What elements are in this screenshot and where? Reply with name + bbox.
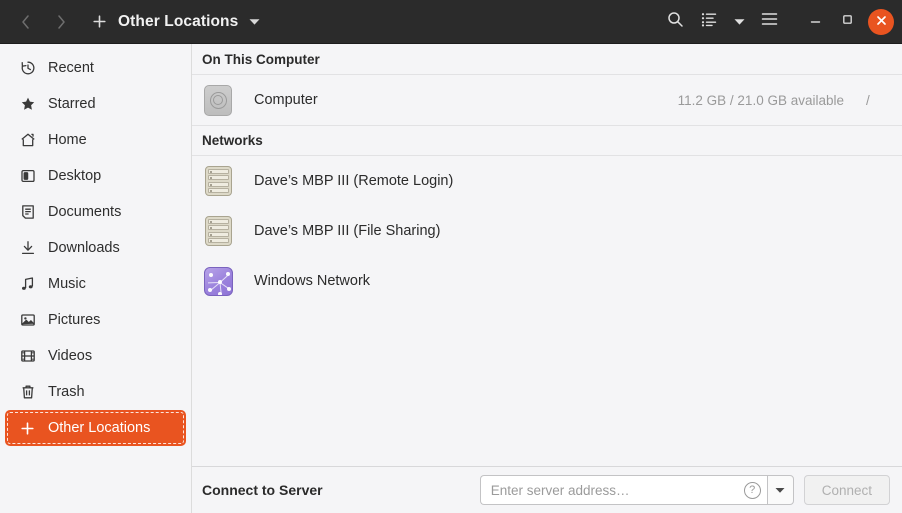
connect-button[interactable]: Connect [803,475,890,505]
download-icon [19,240,36,257]
main-menu-button[interactable] [752,7,786,37]
sidebar-item-documents[interactable]: Documents [5,194,186,230]
forward-button[interactable] [44,7,78,37]
chevron-down-icon [775,481,785,499]
sidebar-item-trash[interactable]: Trash [5,374,186,410]
sidebar-item-label: Home [48,132,87,148]
maximize-button[interactable] [832,7,862,37]
clock-icon [19,60,36,77]
search-icon [667,11,684,33]
plus-icon [19,420,36,437]
server-icon [202,165,234,197]
chevron-left-icon [20,14,31,30]
sidebar-item-recent[interactable]: Recent [5,50,186,86]
sidebar-item-desktop[interactable]: Desktop [5,158,186,194]
page-title: Other Locations [118,12,239,30]
drive-icon [202,84,234,116]
location-title-group[interactable]: Other Locations [92,13,260,31]
close-icon [876,13,887,31]
sidebar-item-label: Trash [48,384,85,400]
window-body: Recent Starred Home Desktop Documents Do… [0,44,902,513]
location-name: Windows Network [254,273,371,289]
sidebar-empty-space [0,446,191,513]
content-area: On This Computer Computer 11.2 GB / 21.0… [192,44,902,513]
section-header-networks: Networks [192,125,902,156]
header-bar: Other Locations [0,0,902,44]
document-icon [19,204,36,221]
music-icon [19,276,36,293]
sidebar-item-label: Starred [48,96,96,112]
sidebar: Recent Starred Home Desktop Documents Do… [0,44,192,513]
server-address-field[interactable]: ? [479,475,767,505]
sidebar-item-label: Other Locations [48,420,151,436]
plus-icon [92,14,107,29]
header-actions [658,7,896,37]
sidebar-item-videos[interactable]: Videos [5,338,186,374]
location-row-remote-login[interactable]: Dave’s MBP III (Remote Login) [192,156,902,206]
video-icon [19,348,36,365]
location-storage-info: 11.2 GB / 21.0 GB available [677,92,844,108]
network-icon [202,265,234,297]
server-address-input[interactable] [490,482,740,498]
sidebar-item-downloads[interactable]: Downloads [5,230,186,266]
location-name: Computer [254,92,318,108]
sidebar-item-label: Downloads [48,240,120,256]
server-address-dropdown-button[interactable] [766,475,794,505]
server-address-group: ? [479,475,794,505]
back-button[interactable] [8,7,42,37]
sidebar-item-label: Documents [48,204,122,220]
sidebar-item-label: Recent [48,60,94,76]
star-icon [19,96,36,113]
search-button[interactable] [658,7,692,37]
connect-to-server-label: Connect to Server [202,482,323,498]
nav-buttons [8,7,78,37]
view-mode-button[interactable] [692,7,726,37]
files-window: Other Locations Recent Starred Home Desk… [0,0,902,513]
view-options-button[interactable] [726,7,752,37]
minimize-icon [809,13,822,31]
minimize-button[interactable] [800,7,830,37]
help-circle-icon[interactable]: ? [743,481,761,499]
chevron-down-icon[interactable] [249,18,260,26]
hamburger-menu-icon [761,12,778,31]
location-row-windows-network[interactable]: Windows Network [192,256,902,306]
location-row-computer[interactable]: Computer 11.2 GB / 21.0 GB available / [192,75,902,125]
sidebar-item-home[interactable]: Home [5,122,186,158]
list-view-icon [701,12,717,32]
sidebar-item-music[interactable]: Music [5,266,186,302]
location-name: Dave’s MBP III (Remote Login) [254,173,454,189]
picture-icon [19,312,36,329]
desktop-icon [19,168,36,185]
locations-list: On This Computer Computer 11.2 GB / 21.0… [192,44,902,466]
chevron-down-icon [734,13,745,31]
sidebar-item-starred[interactable]: Starred [5,86,186,122]
sidebar-item-label: Desktop [48,168,102,184]
sidebar-item-label: Pictures [48,312,101,328]
server-icon [202,215,234,247]
connect-to-server-bar: Connect to Server ? Connect [192,466,902,513]
sidebar-item-other-locations[interactable]: Other Locations [5,410,186,446]
location-path: / [866,92,870,108]
maximize-icon [841,13,854,31]
section-header-on-this-computer: On This Computer [192,44,902,75]
home-icon [19,132,36,149]
sidebar-item-pictures[interactable]: Pictures [5,302,186,338]
location-name: Dave’s MBP III (File Sharing) [254,223,441,239]
trash-icon [19,384,36,401]
close-button[interactable] [868,8,894,35]
sidebar-item-label: Music [48,276,86,292]
sidebar-item-label: Videos [48,348,93,364]
location-row-file-sharing[interactable]: Dave’s MBP III (File Sharing) [192,206,902,256]
chevron-right-icon [56,14,67,30]
